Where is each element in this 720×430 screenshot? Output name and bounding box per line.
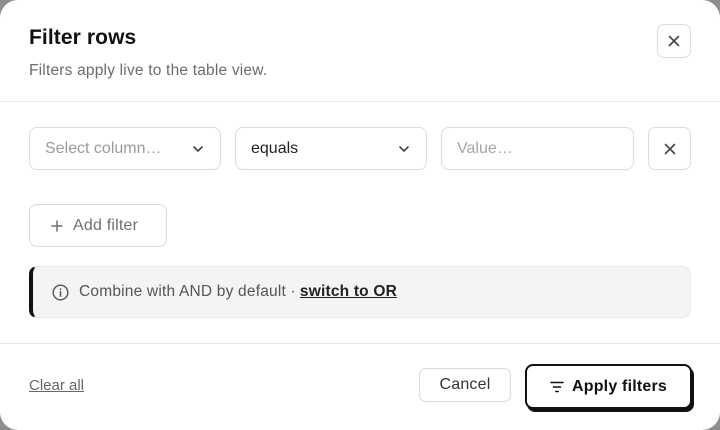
- clear-all-link[interactable]: Clear all: [29, 377, 84, 394]
- apply-filters-button[interactable]: Apply filters: [525, 364, 692, 409]
- close-button[interactable]: [657, 24, 691, 58]
- close-icon: [664, 143, 675, 154]
- dialog-header: Filter rows Filters apply live to the ta…: [0, 0, 720, 102]
- combine-mode-callout: Combine with AND by default · switch to …: [29, 266, 691, 318]
- callout-text: Combine with AND by default ·: [79, 283, 296, 300]
- remove-filter-button[interactable]: [648, 127, 691, 170]
- info-icon: [52, 283, 69, 301]
- cancel-button[interactable]: Cancel: [419, 368, 511, 402]
- switch-to-or-link[interactable]: switch to OR: [300, 283, 397, 301]
- cancel-button-label: Cancel: [439, 376, 491, 393]
- apply-filters-label: Apply filters: [571, 377, 668, 395]
- operator-select[interactable]: equals: [235, 127, 427, 170]
- value-input[interactable]: [441, 127, 634, 170]
- chevron-down-icon: [193, 146, 203, 152]
- add-filter-label: Add filter: [73, 216, 139, 234]
- dialog-subtitle: Filters apply live to the table view.: [29, 62, 268, 79]
- dialog-title: Filter rows: [29, 26, 137, 49]
- filter-icon: [550, 381, 564, 393]
- plus-icon: [51, 219, 63, 232]
- column-select[interactable]: Select column…: [29, 127, 221, 170]
- chevron-down-icon: [399, 146, 409, 152]
- filter-rows-dialog: Filter rows Filters apply live to the ta…: [0, 0, 720, 430]
- add-filter-button[interactable]: Add filter: [29, 204, 167, 247]
- column-select-placeholder: Select column…: [45, 139, 162, 157]
- close-icon: [668, 35, 680, 47]
- operator-select-value: equals: [251, 139, 299, 157]
- dialog-footer: Clear all Cancel Apply filters: [0, 343, 720, 430]
